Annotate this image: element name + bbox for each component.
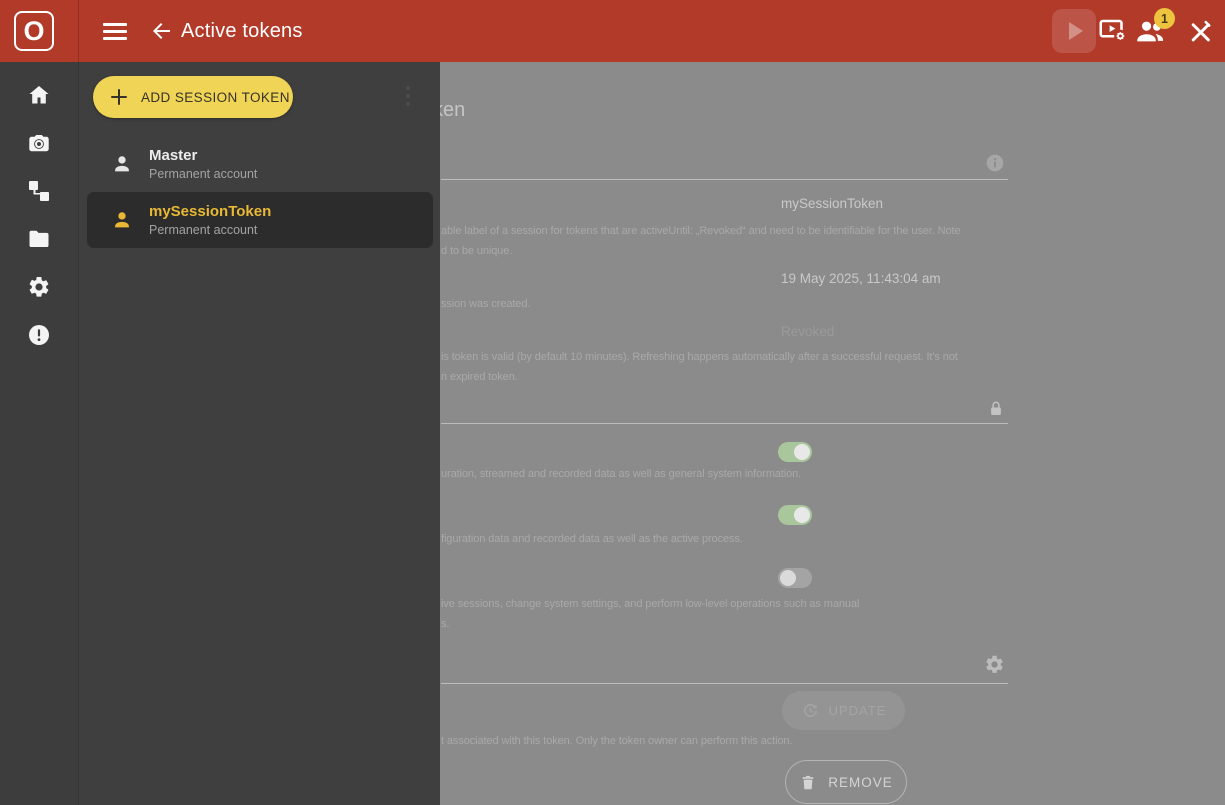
lock-icon — [987, 399, 1005, 419]
toggle-track — [778, 568, 812, 588]
app-logo: O — [14, 11, 54, 51]
app-bar: O Active tokens 1 — [0, 0, 1225, 62]
toggle-track — [778, 442, 812, 462]
permission-admin-description-line2: s. — [441, 618, 449, 630]
tokens-drawer: ADD SESSION TOKEN Master Permanent accou… — [78, 62, 440, 805]
field-underline — [441, 683, 1008, 684]
field-gear-icon[interactable] — [984, 654, 1005, 675]
notification-badge: 1 — [1154, 8, 1175, 29]
active-until-value: Revoked — [781, 324, 834, 339]
remove-button[interactable]: REMOVE — [785, 760, 907, 804]
created-value: 19 May 2025, 11:43:04 am — [781, 271, 941, 286]
field-underline — [441, 423, 1008, 424]
token-subtitle: Permanent account — [149, 223, 271, 237]
permission-read-description: uration, streamed and recorded data as w… — [441, 468, 801, 480]
permission-admin-description-line1: ive sessions, change system settings, an… — [441, 598, 859, 610]
plus-icon — [110, 88, 128, 106]
token-label-value: mySessionToken — [781, 196, 883, 211]
toggle-knob — [780, 570, 796, 586]
nav-rail — [0, 62, 78, 805]
token-name: Master — [149, 147, 257, 164]
permission-read-toggle[interactable] — [778, 442, 812, 462]
divider — [78, 0, 79, 62]
play-icon — [1069, 22, 1083, 40]
permission-write-toggle[interactable] — [778, 505, 812, 525]
back-arrow-icon[interactable] — [149, 19, 173, 43]
trash-icon — [799, 773, 817, 792]
permission-admin-toggle[interactable] — [778, 568, 812, 588]
permission-write-description: figuration data and recorded data as wel… — [441, 533, 743, 545]
camera-icon[interactable] — [27, 131, 51, 155]
menu-icon[interactable] — [103, 23, 127, 40]
remove-button-label: REMOVE — [828, 775, 893, 790]
toggle-knob — [794, 507, 810, 523]
home-icon[interactable] — [27, 83, 51, 107]
active-until-description-line1: is token is valid (by default 10 minutes… — [441, 351, 958, 363]
toggle-track — [778, 505, 812, 525]
topology-icon[interactable] — [27, 179, 51, 203]
settings-icon[interactable] — [27, 275, 51, 299]
person-icon — [111, 209, 133, 231]
field-underline — [441, 179, 1008, 180]
play-button-disabled[interactable] — [1052, 9, 1096, 53]
tools-icon[interactable] — [1187, 18, 1214, 45]
info-icon[interactable] — [985, 153, 1005, 173]
folder-icon[interactable] — [27, 227, 51, 251]
created-description: ssion was created. — [441, 298, 530, 310]
toggle-knob — [794, 444, 810, 460]
page-title: Active tokens — [181, 0, 303, 62]
kebab-menu-icon[interactable] — [402, 86, 414, 106]
add-session-token-label: ADD SESSION TOKEN — [141, 90, 290, 105]
remove-note-fragment: t associated with this token. Only the t… — [441, 735, 792, 747]
update-icon — [801, 701, 820, 720]
token-list-item-master[interactable]: Master Permanent account — [87, 136, 433, 192]
update-button[interactable]: UPDATE — [782, 691, 905, 730]
token-label-description-line1: able label of a session for tokens that … — [441, 225, 960, 237]
token-list-item-mysessiontoken[interactable]: mySessionToken Permanent account — [87, 192, 433, 248]
update-button-label: UPDATE — [829, 703, 887, 718]
token-name: mySessionToken — [149, 203, 271, 220]
error-icon[interactable] — [27, 323, 51, 347]
screen-record-settings-icon[interactable] — [1098, 16, 1128, 46]
person-icon — [111, 153, 133, 175]
token-label-description-line2: d to be unique. — [441, 245, 512, 257]
token-subtitle: Permanent account — [149, 167, 257, 181]
add-session-token-button[interactable]: ADD SESSION TOKEN — [93, 76, 293, 118]
active-until-description-line2: n expired token. — [441, 371, 518, 383]
